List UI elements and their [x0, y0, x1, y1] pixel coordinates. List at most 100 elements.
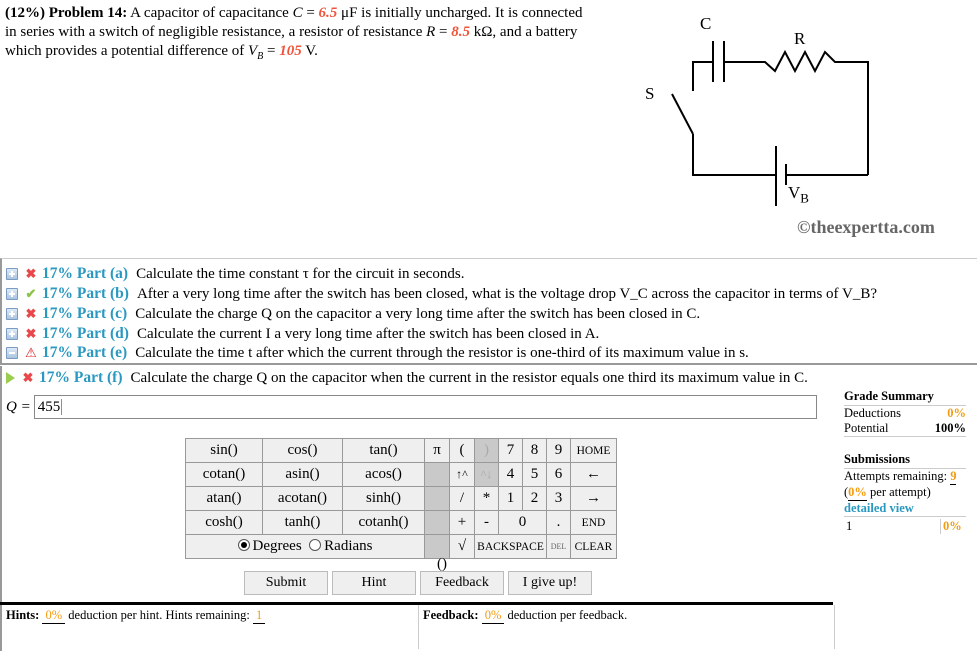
label-v: V	[788, 183, 801, 202]
voltage-value: 105	[279, 43, 302, 59]
per-attempt-row: (0% per attempt)	[844, 485, 966, 501]
submit-button[interactable]: Submit	[244, 571, 328, 595]
label-capacitor: C	[700, 14, 712, 33]
key-minus[interactable]: -	[474, 510, 499, 535]
key-acos[interactable]: acos()	[342, 462, 425, 487]
resistor	[724, 49, 869, 175]
radio-radians[interactable]	[309, 539, 322, 551]
answer-input[interactable]: 455	[33, 395, 817, 419]
part-row[interactable]: ✖ 17% Part (c) Calculate the charge Q on t…	[6, 304, 700, 324]
key-0[interactable]: 0	[498, 510, 547, 535]
hints-remaining: 1	[252, 608, 266, 624]
deductions-label: Deductions	[844, 406, 901, 420]
circuit-diagram: C R S VB	[630, 0, 977, 245]
key-9[interactable]: 9	[546, 438, 571, 463]
key-backspace[interactable]: BACKSPACE	[474, 534, 547, 559]
key-7[interactable]: 7	[498, 438, 523, 463]
part-row[interactable]: ⚠ 17% Part (e) Calculate the time t after …	[6, 343, 749, 363]
key-right-arrow[interactable]: →	[570, 486, 617, 511]
key-clear[interactable]: CLEAR	[570, 534, 617, 559]
potential-row: Potential 100%	[844, 421, 966, 436]
calculator-keypad: sin() cos() tan() π ( ) 7 8 9 HOME cotan…	[185, 438, 617, 559]
key-3[interactable]: 3	[546, 486, 571, 511]
label-radians: Radians	[324, 538, 373, 554]
submission-number: 1	[846, 519, 853, 533]
key-8[interactable]: 8	[522, 438, 547, 463]
key-pi[interactable]: π	[424, 438, 450, 463]
label-resistor: R	[794, 29, 806, 48]
collapse-icon[interactable]	[6, 347, 18, 359]
expand-icon[interactable]	[6, 288, 18, 300]
part-row[interactable]: ✖ 17% Part (d) Calculate the current I a v…	[6, 324, 599, 344]
radio-degrees[interactable]	[237, 539, 250, 551]
part-label: 17% Part (f)	[39, 369, 123, 386]
key-del[interactable]: DEL	[546, 534, 571, 559]
label-v-sub: B	[800, 190, 809, 206]
key-multiply[interactable]: *	[474, 486, 499, 511]
key-sinh[interactable]: sinh()	[342, 486, 425, 511]
key-acotan[interactable]: acotan()	[262, 486, 343, 511]
submission-score: 0%	[940, 519, 966, 534]
key-5[interactable]: 5	[522, 462, 547, 487]
part-text: After a very long time after the switch …	[136, 285, 878, 302]
key-lparen[interactable]: (	[449, 438, 475, 463]
part-f-header[interactable]: ✖ 17% Part (f) Calculate the charge Q on…	[6, 368, 808, 388]
part-text: Calculate the time t after which the cur…	[135, 344, 749, 361]
key-cotan[interactable]: cotan()	[185, 462, 263, 487]
key-1[interactable]: 1	[498, 486, 523, 511]
key-blank	[424, 534, 450, 559]
key-rparen[interactable]: )	[474, 438, 499, 463]
key-sin[interactable]: sin()	[185, 438, 263, 463]
part-label: 17% Part (c)	[42, 305, 128, 322]
key-2[interactable]: 2	[522, 486, 547, 511]
key-sqrt[interactable]: √	[449, 534, 475, 559]
potential-value: 100%	[934, 421, 966, 435]
part-label: 17% Part (a)	[42, 265, 129, 282]
x-icon: ✖	[25, 306, 37, 321]
expand-icon[interactable]	[6, 308, 18, 320]
part-row[interactable]: ✖ 17% Part (a) Calculate the time constant…	[6, 264, 465, 284]
part-text: Calculate the current I a very long time…	[136, 325, 600, 342]
problem-title: Problem 14:	[48, 5, 128, 21]
key-cos[interactable]: cos()	[262, 438, 343, 463]
feedback-cell: Feedback: 0% deduction per feedback.	[419, 605, 835, 649]
key-up[interactable]: ↑^	[449, 462, 475, 487]
expand-icon[interactable]	[6, 328, 18, 340]
key-4[interactable]: 4	[498, 462, 523, 487]
key-cotanh[interactable]: cotanh()	[342, 510, 425, 535]
key-left-arrow[interactable]: ←	[570, 462, 617, 487]
key-divide[interactable]: /	[449, 486, 475, 511]
key-plus[interactable]: +	[449, 510, 475, 535]
per-attempt-text: per attempt)	[870, 485, 931, 499]
per-attempt-value: 0%	[848, 485, 867, 501]
key-cosh[interactable]: cosh()	[185, 510, 263, 535]
text-caret	[61, 399, 63, 415]
give-up-button[interactable]: I give up!	[508, 571, 592, 595]
key-dot[interactable]: .	[546, 510, 571, 535]
part-label: 17% Part (e)	[42, 344, 128, 361]
key-end[interactable]: END	[570, 510, 617, 535]
label-switch: S	[645, 84, 655, 103]
divider	[844, 436, 966, 437]
key-tanh[interactable]: tanh()	[262, 510, 343, 535]
part-row[interactable]: ✔ 17% Part (b) After a very long time afte…	[6, 284, 877, 304]
expand-icon[interactable]	[6, 268, 18, 280]
part-text: Calculate the time constant τ for the ci…	[136, 265, 465, 282]
var-vb: VB	[248, 43, 263, 62]
wire-top-left	[692, 61, 713, 91]
key-down[interactable]: ^↓	[474, 462, 499, 487]
problem-text: A capacitor of capacitance	[130, 5, 289, 21]
key-blank	[424, 462, 450, 487]
key-home[interactable]: HOME	[570, 438, 617, 463]
hint-button[interactable]: Hint	[332, 571, 416, 595]
label-battery: VB	[788, 183, 809, 206]
detailed-view-link[interactable]: detailed view	[844, 501, 966, 517]
key-6[interactable]: 6	[546, 462, 571, 487]
feedback-button[interactable]: Feedback	[420, 571, 504, 595]
part-text: Calculate the charge Q on the capacitor …	[135, 305, 701, 322]
resistance-value: 8.5	[451, 24, 471, 40]
key-blank	[424, 486, 450, 511]
key-asin[interactable]: asin()	[262, 462, 343, 487]
key-atan[interactable]: atan()	[185, 486, 263, 511]
key-tan[interactable]: tan()	[342, 438, 425, 463]
